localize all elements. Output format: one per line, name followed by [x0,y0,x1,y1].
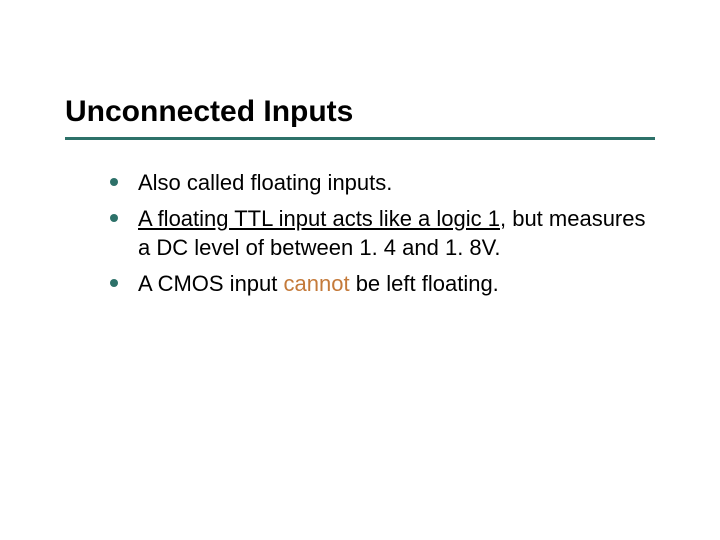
slide-title: Unconnected Inputs [65,95,655,129]
bullet-text-3-pre: A CMOS input [138,271,284,296]
bullet-text-3-post: be left floating. [350,271,499,296]
list-item: A floating TTL input acts like a logic 1… [110,204,655,263]
bullet-text-2: A floating TTL input acts like a logic 1… [138,204,655,263]
bullet-text-3: A CMOS input cannot be left floating. [138,269,499,299]
list-item: A CMOS input cannot be left floating. [110,269,655,299]
list-item: Also called floating inputs. [110,168,655,198]
slide-container: Unconnected Inputs Also called floating … [0,0,720,345]
underlined-text: A floating TTL input acts like a logic 1 [138,206,500,231]
bullet-icon [110,178,118,186]
highlighted-text: cannot [284,271,350,296]
bullet-icon [110,214,118,222]
title-underline [65,137,655,140]
bullet-text-1: Also called floating inputs. [138,168,392,198]
bullet-list: Also called floating inputs. A floating … [65,168,655,299]
bullet-icon [110,279,118,287]
